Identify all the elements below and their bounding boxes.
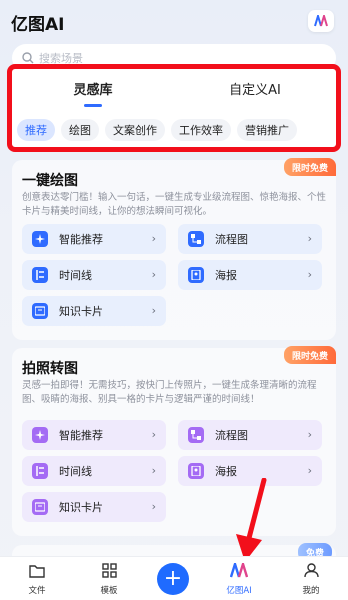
tool-label: 流程图 <box>215 233 248 246</box>
category-tabs: 推荐 绘图 文案创作 工作效率 营销推广 <box>17 119 337 143</box>
chevron-right-icon: › <box>151 304 156 317</box>
nav-files[interactable]: 文件 <box>12 563 62 596</box>
tool-flowchart[interactable]: 流程图 › <box>178 224 322 254</box>
tool-poster[interactable]: 海报 › <box>178 260 322 290</box>
tool-label: 知识卡片 <box>59 501 103 514</box>
poster-icon <box>188 463 204 479</box>
nav-profile[interactable]: 我的 <box>286 563 336 596</box>
section-one-click-drawing: 一键绘图 限时免费 创意表达零门槛！输入一句话，一键生成专业级流程图、惊艳海报、… <box>12 158 336 340</box>
tool-timeline[interactable]: 时间线 › <box>22 260 166 290</box>
timeline-icon <box>32 463 48 479</box>
flowchart-icon <box>188 231 204 247</box>
card-icon <box>32 303 48 319</box>
flowchart-icon <box>188 427 204 443</box>
plus-icon: + <box>163 566 183 591</box>
nav-label: 文件 <box>28 586 46 596</box>
tool-label: 知识卡片 <box>59 305 103 318</box>
chevron-right-icon: › <box>307 428 312 441</box>
search-input[interactable] <box>39 51 299 65</box>
tab-custom-ai[interactable]: 自定义AI <box>174 79 336 105</box>
sparkle-icon <box>32 231 48 247</box>
folder-icon <box>29 565 45 578</box>
nav-label: 亿图AI <box>226 586 252 596</box>
tool-label: 海报 <box>215 269 237 282</box>
section-title: 一键绘图 <box>22 173 78 189</box>
timeline-icon <box>32 267 48 283</box>
tool-knowledge-card[interactable]: 知识卡片 › <box>22 296 166 326</box>
tool-label: 智能推荐 <box>59 429 103 442</box>
poster-icon <box>188 267 204 283</box>
section-description: 灵感一拍即得！无需技巧，按快门上传照片，一键生成条理清晰的流程图、吸睛的海报、别… <box>22 380 317 405</box>
category-productivity[interactable]: 工作效率 <box>171 119 231 141</box>
section-photo-to-diagram: 拍照转图 限时免费 灵感一拍即得！无需技巧，按快门上传照片，一键生成条理清晰的流… <box>12 346 336 536</box>
category-marketing[interactable]: 营销推广 <box>237 119 297 141</box>
app-title: 亿图AI <box>11 15 65 35</box>
tool-knowledge-card[interactable]: 知识卡片 › <box>22 492 166 522</box>
inspiration-library-panel: 灵感库 自定义AI 推荐 绘图 文案创作 工作效率 营销推广 <box>7 64 341 152</box>
tool-label: 时间线 <box>59 269 92 282</box>
nav-label: 模板 <box>100 586 118 596</box>
chevron-right-icon: › <box>151 268 156 281</box>
free-badge: 限时免费 <box>283 346 336 364</box>
ai-logo-icon <box>314 15 328 27</box>
tool-smart-recommend[interactable]: 智能推荐 › <box>22 420 166 450</box>
chevron-right-icon: › <box>151 464 156 477</box>
search-icon <box>22 52 34 64</box>
tab-inspiration[interactable]: 灵感库 <box>12 79 174 107</box>
main-tabs: 灵感库 自定义AI <box>12 79 336 107</box>
create-plus-button[interactable]: + <box>157 563 189 595</box>
tool-flowchart[interactable]: 流程图 › <box>178 420 322 450</box>
chevron-right-icon: › <box>151 428 156 441</box>
free-badge: 限时免费 <box>283 158 336 176</box>
chevron-right-icon: › <box>307 232 312 245</box>
ai-logo-icon <box>229 559 249 578</box>
chevron-right-icon: › <box>307 268 312 281</box>
category-drawing[interactable]: 绘图 <box>61 119 99 141</box>
chevron-right-icon: › <box>307 464 312 477</box>
tool-timeline[interactable]: 时间线 › <box>22 456 166 486</box>
tool-smart-recommend[interactable]: 智能推荐 › <box>22 224 166 254</box>
category-copywriting[interactable]: 文案创作 <box>105 119 165 141</box>
app-bar: 亿图AI <box>0 0 348 42</box>
section-title: 拍照转图 <box>22 361 78 377</box>
tool-label: 时间线 <box>59 465 92 478</box>
card-icon <box>32 499 48 515</box>
section-description: 创意表达零门槛！输入一句话，一键生成专业级流程图、惊艳海报、个性卡片与精美时间线… <box>22 192 327 217</box>
nav-templates[interactable]: 模板 <box>84 563 134 596</box>
chevron-right-icon: › <box>151 232 156 245</box>
nav-ai[interactable]: 亿图AI <box>214 559 264 596</box>
template-grid-icon <box>101 563 117 578</box>
ai-logo-button[interactable] <box>308 10 334 32</box>
sparkle-icon <box>32 427 48 443</box>
tool-label: 海报 <box>215 465 237 478</box>
red-arrow-annotation <box>236 478 267 562</box>
nav-label: 我的 <box>302 586 320 596</box>
tool-label: 智能推荐 <box>59 233 103 246</box>
tool-label: 流程图 <box>215 429 248 442</box>
category-recommend[interactable]: 推荐 <box>17 119 55 141</box>
bottom-navigation: 文件 模板 + 亿图AI 我的 <box>0 556 348 600</box>
chevron-right-icon: › <box>151 500 156 513</box>
user-icon <box>303 563 319 578</box>
